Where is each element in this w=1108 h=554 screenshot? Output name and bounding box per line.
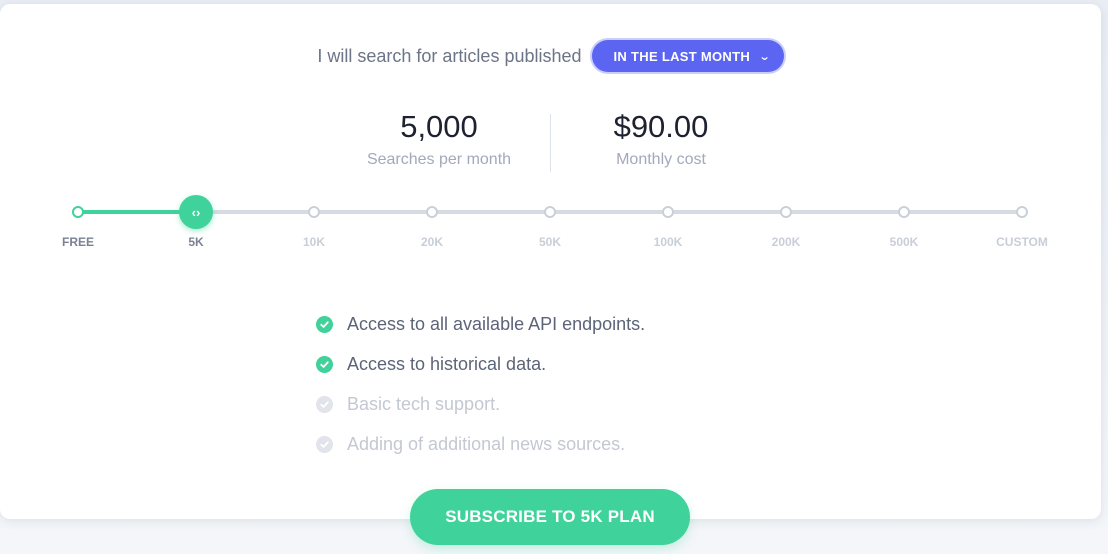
- slider-stop-200k[interactable]: [780, 206, 792, 218]
- subscribe-button[interactable]: SUBSCRIBE TO 5K PLAN: [410, 489, 690, 545]
- period-selector-row: I will search for articles published IN …: [0, 40, 1101, 72]
- slider-label-5k[interactable]: 5K: [156, 235, 236, 249]
- feature-list: Access to all available API endpoints. Ac…: [316, 304, 645, 464]
- slider-label-free[interactable]: FREE: [38, 235, 118, 249]
- slider-stop-10k[interactable]: [308, 206, 320, 218]
- feature-item: Access to all available API endpoints.: [316, 304, 645, 344]
- check-circle-icon: [316, 315, 333, 333]
- cost-stat: $90.00 Monthly cost: [551, 108, 771, 169]
- subscribe-button-label: SUBSCRIBE TO 5K PLAN: [445, 507, 655, 526]
- period-dropdown[interactable]: IN THE LAST MONTH ⌄: [591, 40, 784, 72]
- feature-label: Access to historical data.: [347, 353, 547, 374]
- slider-label-50k[interactable]: 50K: [510, 235, 590, 249]
- slider-stop-500k[interactable]: [898, 206, 910, 218]
- slider-stop-100k[interactable]: [662, 206, 674, 218]
- feature-label: Adding of additional news sources.: [347, 433, 626, 454]
- slider-stop-custom[interactable]: [1016, 206, 1028, 218]
- pricing-card: I will search for articles published IN …: [0, 4, 1101, 519]
- searches-value: 5,000: [400, 109, 478, 144]
- slider-stop-20k[interactable]: [426, 206, 438, 218]
- feature-label: Basic tech support.: [347, 393, 501, 414]
- plan-slider[interactable]: FREE 5K 10K 20K 50K 100K 200K 500K CUSTOM ‹›: [0, 194, 1101, 254]
- slider-stop-50k[interactable]: [544, 206, 556, 218]
- cost-value: $90.00: [613, 109, 709, 144]
- feature-item: Access to historical data.: [316, 344, 645, 384]
- searches-label: Searches per month: [366, 151, 512, 168]
- feature-item: Basic tech support.: [316, 384, 645, 424]
- slider-label-200k[interactable]: 200K: [746, 235, 826, 249]
- slider-label-20k[interactable]: 20K: [392, 235, 472, 249]
- cost-label: Monthly cost: [616, 151, 706, 168]
- feature-label: Access to all available API endpoints.: [347, 313, 646, 334]
- plan-stats: 5,000 Searches per month $90.00 Monthly …: [0, 108, 1101, 172]
- chevron-down-icon: ⌄: [758, 50, 772, 63]
- slider-label-100k[interactable]: 100K: [628, 235, 708, 249]
- searches-stat: 5,000 Searches per month: [329, 108, 549, 169]
- slider-handle[interactable]: ‹›: [179, 195, 213, 229]
- drag-arrows-icon: ‹›: [191, 204, 201, 220]
- period-dropdown-label: IN THE LAST MONTH: [613, 48, 751, 64]
- feature-item: Adding of additional news sources.: [316, 424, 645, 464]
- slider-label-500k[interactable]: 500K: [864, 235, 944, 249]
- slider-label-custom[interactable]: CUSTOM: [982, 235, 1062, 249]
- check-circle-icon: [316, 395, 333, 413]
- check-circle-icon: [316, 435, 333, 453]
- slider-label-10k[interactable]: 10K: [274, 235, 354, 249]
- check-circle-icon: [316, 355, 333, 373]
- period-prefix-text: I will search for articles published: [317, 45, 582, 66]
- slider-stop-free[interactable]: [72, 206, 84, 218]
